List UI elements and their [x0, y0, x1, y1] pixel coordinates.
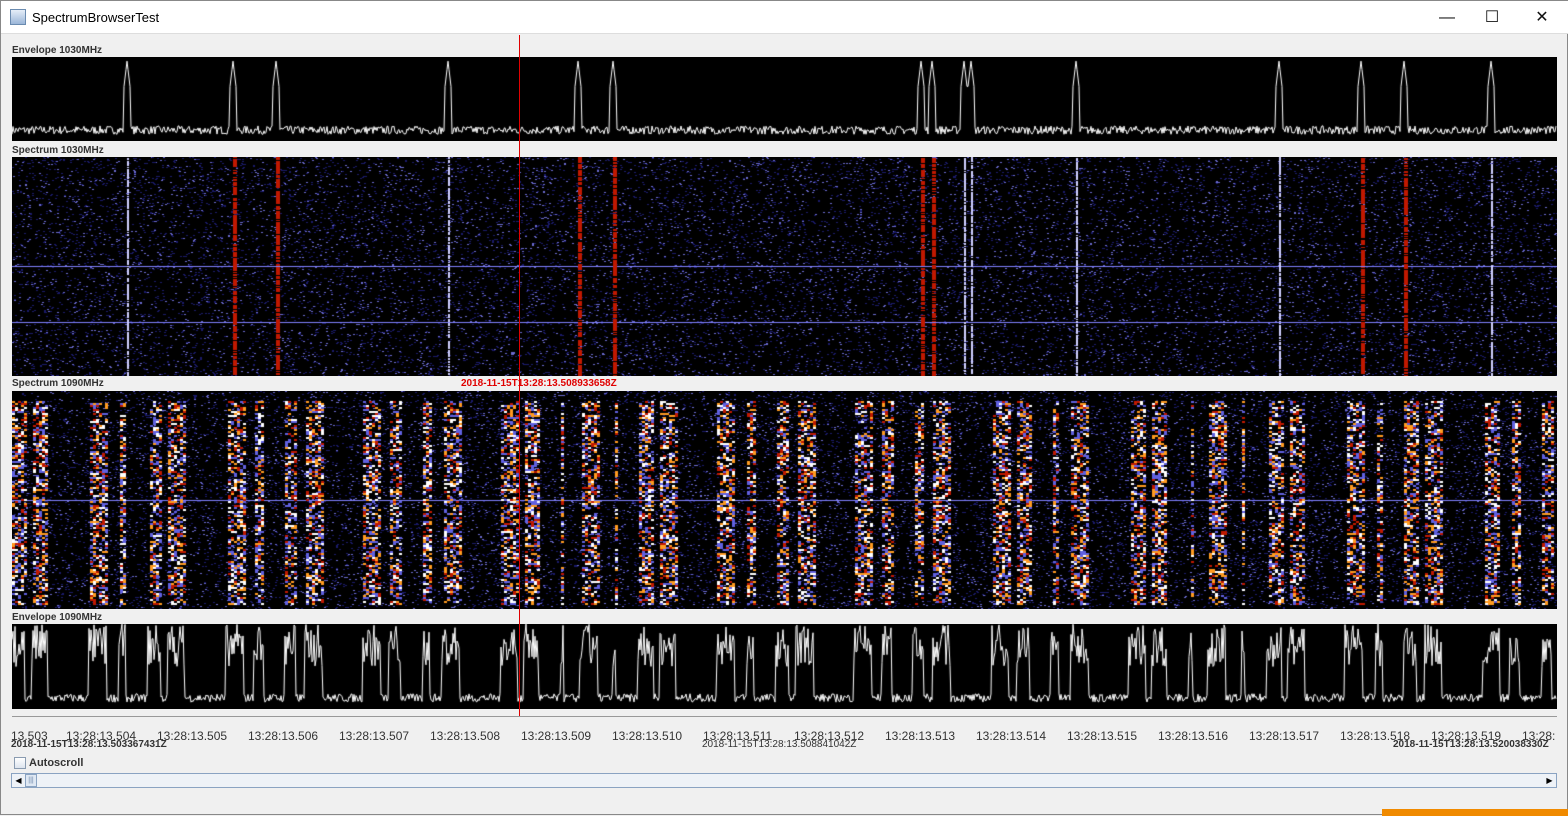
horizontal-scrollbar[interactable]: ◀ ||| ▶	[11, 773, 1557, 788]
axis-tick-label: 13:28:13.507	[339, 729, 410, 743]
axis-tick-label: 13:28:13.515	[1067, 729, 1138, 743]
axis-tick-label: 13:28:13.514	[976, 729, 1047, 743]
axis-tick-label: 13:28:13.509	[521, 729, 592, 743]
minimize-button[interactable]: —	[1424, 1, 1470, 34]
spectrum-1030-plot[interactable]	[12, 157, 1557, 376]
close-button[interactable]: ✕	[1519, 1, 1565, 34]
center-timestamp: 2018-11-15T13:28:13.508841042Z	[702, 739, 857, 750]
scroll-left-button[interactable]: ◀	[12, 774, 25, 787]
java-app-icon	[10, 9, 26, 25]
axis-tick-label: 13:28:13.508	[430, 729, 501, 743]
axis-tick-label: 13:28:13.517	[1249, 729, 1320, 743]
envelope-1090-plot[interactable]	[12, 624, 1557, 709]
envelope-1030-plot[interactable]	[12, 57, 1557, 141]
scroll-right-button[interactable]: ▶	[1543, 774, 1556, 787]
envelope-1090-label: Envelope 1090MHz	[12, 612, 103, 623]
autoscroll-label[interactable]: Autoscroll	[29, 757, 83, 769]
axis-tick-label: 13:28:13.505	[157, 729, 228, 743]
scroll-thumb[interactable]: |||	[25, 774, 37, 787]
axis-tick-label: 13:28:13.513	[885, 729, 956, 743]
window-title: SpectrumBrowserTest	[32, 10, 160, 25]
spectrum-1030-label: Spectrum 1030MHz	[12, 145, 104, 156]
envelope-1030-label: Envelope 1030MHz	[12, 45, 103, 56]
time-cursor-line[interactable]	[519, 35, 520, 717]
autoscroll-checkbox[interactable]	[14, 757, 26, 769]
cursor-timestamp: 2018-11-15T13:28:13.508933658Z	[461, 378, 617, 389]
time-axis	[12, 716, 1557, 717]
start-timestamp: 2018-11-15T13:28:13.503367431Z	[11, 739, 167, 750]
axis-tick-label: 13:28:13.506	[248, 729, 319, 743]
spectrum-1090-label: Spectrum 1090MHz	[12, 378, 104, 389]
axis-tick-label: 13:28:13.516	[1158, 729, 1229, 743]
maximize-button[interactable]: ☐	[1469, 1, 1515, 34]
title-bar: SpectrumBrowserTest — ☐ ✕	[1, 1, 1568, 34]
axis-tick-label: 13:28:13.510	[612, 729, 683, 743]
spectrum-1090-plot[interactable]	[12, 391, 1557, 609]
end-timestamp: 2018-11-15T13:28:13.520038330Z	[1393, 739, 1549, 750]
